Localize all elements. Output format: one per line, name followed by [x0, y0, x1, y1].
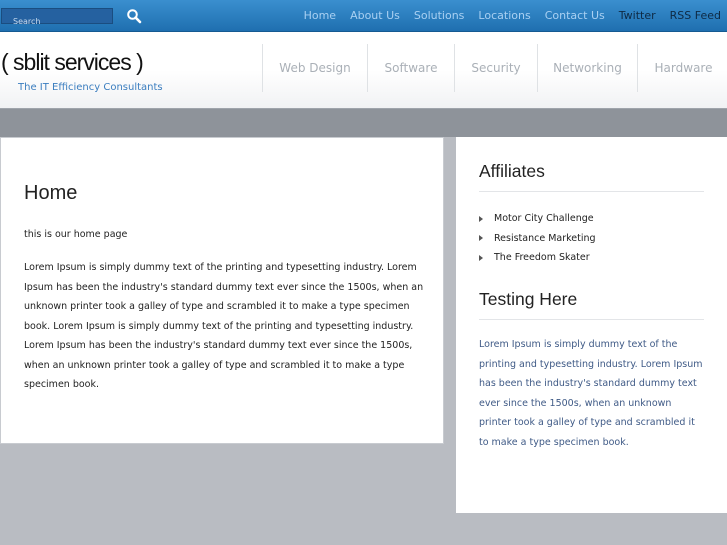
search-box [1, 8, 113, 29]
top-nav-home[interactable]: Home [304, 9, 336, 22]
affiliates-list: Motor City Challenge Resistance Marketin… [479, 209, 596, 268]
main-nav-web-design[interactable]: Web Design [262, 44, 367, 92]
body-text: Lorem Ipsum is simply dummy text of the … [24, 262, 424, 390]
testing-heading: Testing Here [479, 289, 578, 309]
affiliates-heading: Affiliates [479, 161, 545, 181]
triangle-bullet-icon [479, 235, 483, 242]
affiliate-link-motor-city-challenge[interactable]: Motor City Challenge [494, 213, 594, 224]
list-item: The Freedom Skater [479, 248, 596, 268]
divider [479, 319, 704, 320]
top-bar: Home About Us Solutions Locations Contac… [0, 0, 727, 32]
main-nav: Web Design Software Security Networking … [262, 44, 727, 92]
top-nav-locations[interactable]: Locations [478, 9, 530, 22]
affiliate-link-the-freedom-skater[interactable]: The Freedom Skater [494, 252, 590, 263]
testing-text: Lorem Ipsum is simply dummy text of the … [479, 339, 703, 448]
top-nav-about-us[interactable]: About Us [350, 9, 400, 22]
triangle-bullet-icon [479, 254, 483, 261]
main-nav-hardware[interactable]: Hardware [637, 44, 727, 92]
main-nav-security[interactable]: Security [454, 44, 537, 92]
page-title: Home [24, 182, 78, 204]
top-nav-rss-feed[interactable]: RSS Feed [670, 9, 721, 22]
main-nav-networking[interactable]: Networking [537, 44, 637, 92]
main-content: Home this is our home page Lorem Ipsum i… [0, 137, 444, 444]
divider-band [0, 109, 727, 137]
intro-text: this is our home page [24, 229, 128, 240]
top-nav-solutions[interactable]: Solutions [414, 9, 465, 22]
divider [479, 191, 704, 192]
main-nav-software[interactable]: Software [367, 44, 454, 92]
search-input[interactable] [2, 14, 112, 29]
list-item: Motor City Challenge [479, 209, 596, 229]
top-nav-twitter[interactable]: Twitter [619, 9, 656, 22]
site-header: ( sblit services ) The IT Efficiency Con… [0, 32, 727, 109]
list-item: Resistance Marketing [479, 229, 596, 249]
triangle-bullet-icon [479, 215, 483, 222]
top-nav-contact-us[interactable]: Contact Us [545, 9, 605, 22]
affiliate-link-resistance-marketing[interactable]: Resistance Marketing [494, 233, 596, 244]
search-button[interactable] [126, 8, 142, 24]
site-title[interactable]: ( sblit services ) [1, 49, 144, 76]
search-icon [127, 9, 142, 24]
site-tagline: The IT Efficiency Consultants [18, 82, 163, 93]
top-nav: Home About Us Solutions Locations Contac… [290, 0, 721, 31]
sidebar: Affiliates Motor City Challenge Resistan… [456, 137, 727, 513]
